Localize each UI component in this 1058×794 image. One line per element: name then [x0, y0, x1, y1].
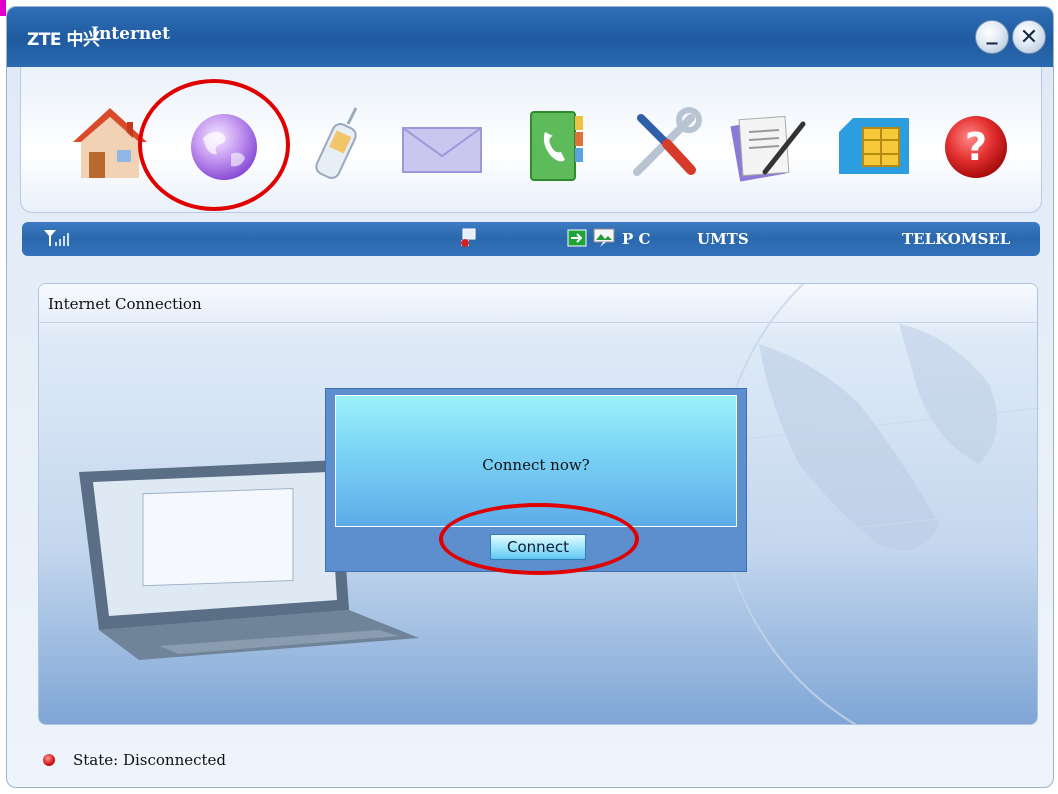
toolbar-home-button[interactable]: [67, 102, 153, 188]
toolbar-internet-button[interactable]: [181, 102, 267, 188]
network-disconnected-icon: [459, 228, 479, 252]
tools-icon: [633, 107, 702, 176]
corner-marker: [0, 0, 6, 16]
connect-dialog: Connect now? Connect: [325, 388, 747, 572]
svg-text:?: ?: [965, 125, 987, 169]
toolbar-settings-button[interactable]: [621, 102, 707, 188]
help-icon: ?: [945, 116, 1007, 178]
panel-title: Internet Connection: [48, 295, 202, 313]
toolbar-help-button[interactable]: ?: [933, 102, 1019, 188]
toolbar-phonebook-button[interactable]: [513, 102, 599, 188]
status-bar: P C UMTS TELKOMSEL: [22, 222, 1040, 256]
network-type-label: UMTS: [697, 230, 749, 248]
main-toolbar: ?: [20, 67, 1042, 213]
notepad-icon: [730, 115, 806, 182]
toolbar-sms-button[interactable]: [399, 102, 485, 188]
state-bar: State: Disconnected: [27, 740, 1037, 780]
signal-strength-icon: [42, 228, 70, 252]
phone-icon: [315, 107, 358, 179]
connect-button[interactable]: Connect: [490, 534, 586, 560]
home-icon: [73, 108, 147, 178]
disconnected-status-icon: [43, 754, 55, 766]
close-button[interactable]: ✕: [1012, 20, 1046, 54]
title-bar: ZTE 中兴 Internet _ ✕: [7, 7, 1053, 67]
operator-name: TELKOMSEL: [902, 230, 1011, 248]
internet-panel: Internet Connection Connect now? Connect: [38, 283, 1038, 725]
toolbar-phone-button[interactable]: [296, 102, 382, 188]
connect-prompt-text: Connect now?: [482, 456, 590, 474]
phonebook-icon: [530, 111, 583, 181]
envelope-icon: [402, 127, 482, 173]
background-globe-graphic: [699, 284, 1037, 724]
minimize-icon: _: [986, 19, 998, 45]
message-status-icon: [593, 228, 615, 252]
window-title: Internet: [91, 24, 170, 44]
connection-state-text: State: Disconnected: [73, 751, 227, 769]
connection-mode-label: P C: [622, 230, 651, 248]
toolbar-notes-button[interactable]: [725, 102, 811, 188]
brand-logo: ZTE 中兴: [27, 30, 100, 50]
close-icon: ✕: [1019, 24, 1039, 50]
app-window: ZTE 中兴 Internet _ ✕ ? P C UMTS TELKOMSEL…: [6, 6, 1054, 788]
roaming-icon: [567, 229, 587, 251]
toolbar-sim-button[interactable]: [829, 102, 915, 188]
globe-icon: [191, 114, 257, 180]
sim-card-icon: [839, 118, 909, 174]
connect-dialog-body: Connect now?: [335, 395, 737, 527]
minimize-button[interactable]: _: [975, 20, 1009, 54]
